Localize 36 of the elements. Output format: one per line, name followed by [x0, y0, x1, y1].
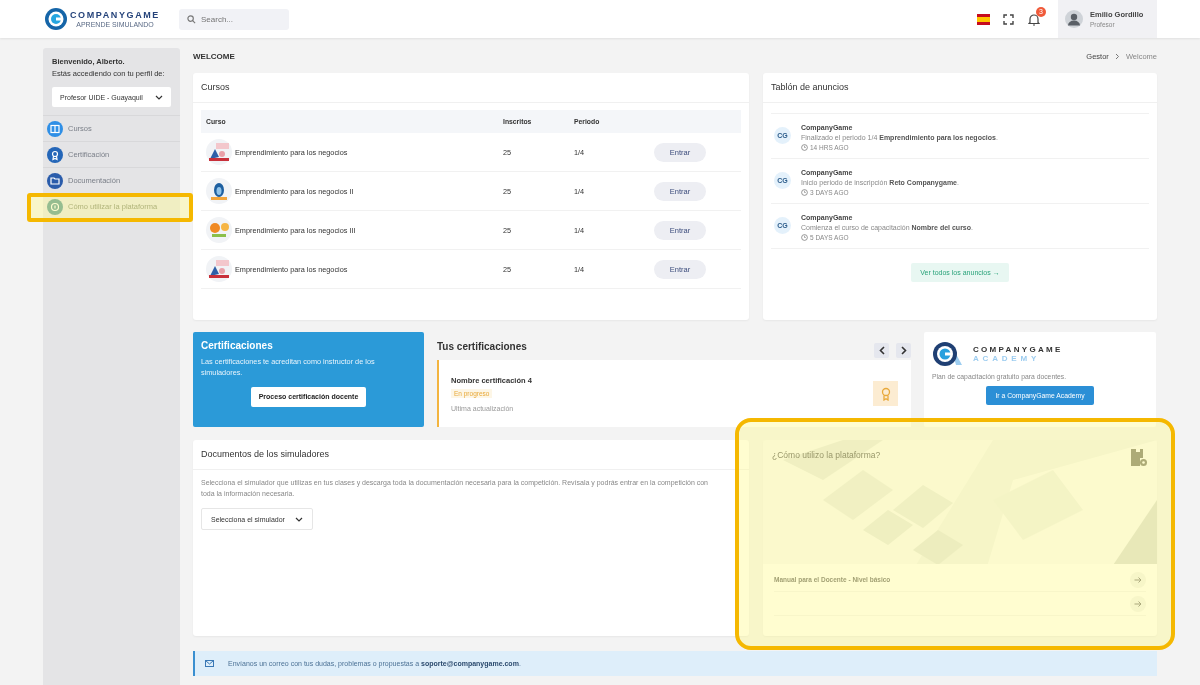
bell-icon[interactable]: [1028, 12, 1040, 26]
clock-icon: [801, 189, 808, 196]
chevron-down-icon: [294, 516, 303, 522]
page-title: WELCOME: [193, 52, 235, 61]
academy-brand: COMPANYGAME: [973, 345, 1063, 354]
card-title: Tablón de anuncios: [763, 73, 1157, 103]
chevron-down-icon: [155, 94, 163, 100]
mail-icon: [205, 660, 214, 667]
folder-icon: [47, 172, 63, 189]
banner-title: Certificaciones: [201, 340, 274, 351]
compass-icon: [47, 198, 63, 215]
academy-subtitle: ACADEMY: [973, 354, 1042, 363]
chevron-right-icon: [900, 345, 907, 355]
avatar-icon: [1065, 10, 1083, 28]
arrow-right-icon: [1130, 595, 1146, 612]
next-button[interactable]: [896, 342, 911, 358]
clock-icon: [801, 144, 808, 151]
chevron-left-icon: [878, 345, 885, 355]
card-title: Cursos: [193, 73, 749, 103]
chevron-right-icon: [1114, 53, 1120, 60]
spain-flag-icon[interactable]: [977, 13, 990, 25]
logo-icon: [44, 7, 68, 31]
award-icon: [47, 146, 63, 163]
document-settings-icon: [1130, 448, 1148, 467]
logo-name: COMPANYGAME: [70, 9, 160, 20]
section-title: Tus certificaciones: [437, 340, 527, 352]
search-icon: [187, 14, 196, 24]
award-icon: [873, 381, 898, 406]
card-title: Documentos de los simuladores: [193, 440, 749, 470]
arrow-right-icon: [1130, 571, 1146, 588]
previous-button[interactable]: [874, 342, 889, 358]
book-icon: [47, 120, 63, 137]
fullscreen-icon[interactable]: [1003, 13, 1014, 25]
card-title: ¿Cómo utilizo la plataforma?: [772, 450, 881, 460]
clock-icon: [801, 234, 808, 241]
search-field[interactable]: Search...: [179, 8, 289, 30]
